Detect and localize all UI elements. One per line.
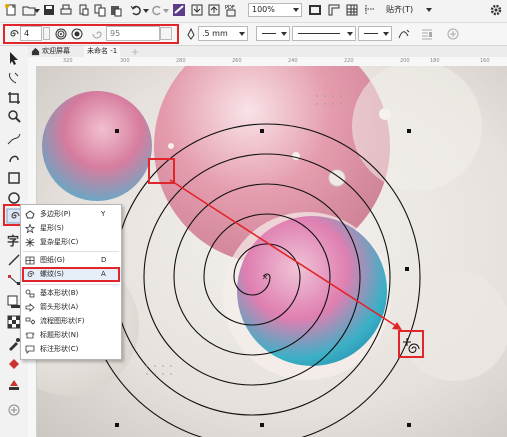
- show-grid-icon[interactable]: [345, 3, 359, 17]
- home-icon: [31, 47, 40, 56]
- svg-text:字: 字: [7, 233, 19, 248]
- zoom-level-select[interactable]: 100%: [248, 3, 302, 17]
- quick-customize-icon[interactable]: [6, 402, 22, 418]
- tab-welcome-label: 欢迎屏幕: [42, 47, 70, 55]
- search-content-icon[interactable]: [172, 3, 186, 17]
- ruler-tick-label: 280: [176, 58, 186, 64]
- smart-fill-icon[interactable]: [6, 376, 22, 392]
- add-property-icon[interactable]: [446, 27, 460, 41]
- menu-item-basic-shapes[interactable]: 基本形状(B): [21, 287, 121, 300]
- highlight-spiral-settings: [3, 24, 179, 44]
- show-rulers-icon[interactable]: [327, 3, 341, 17]
- export-icon[interactable]: [207, 3, 221, 17]
- rectangle-tool-icon[interactable]: [6, 170, 22, 186]
- print-icon[interactable]: [59, 3, 73, 17]
- menu-item-star[interactable]: 星形(S): [21, 222, 121, 235]
- ruler-tick-label: 260: [232, 58, 242, 64]
- redo-icon[interactable]: [150, 3, 164, 17]
- new-document-icon[interactable]: [4, 3, 18, 17]
- menu-item-label: 星形(S): [40, 224, 64, 232]
- callout-shapes-icon: [25, 345, 35, 354]
- menu-item-arrow-shapes[interactable]: 箭头形状(A): [21, 301, 121, 314]
- menu-item-polygon[interactable]: 多边形(P) Y: [21, 208, 121, 221]
- publish-pdf-icon[interactable]: PDF: [224, 3, 238, 17]
- menu-item-graph-paper[interactable]: 图纸(G) D: [21, 254, 121, 267]
- menu-item-callout-shapes[interactable]: 标注形状(C): [21, 343, 121, 356]
- zoom-level-value: 100%: [252, 5, 275, 14]
- close-curve-icon[interactable]: [397, 27, 411, 41]
- snap-to-menu[interactable]: 贴齐(T): [386, 3, 432, 17]
- tab-untitled-label: 未命名 -1: [87, 47, 118, 55]
- pick-tool-icon[interactable]: [6, 50, 22, 66]
- end-arrowhead-select[interactable]: [358, 26, 392, 41]
- polygon-icon: [25, 210, 35, 219]
- copy-icon[interactable]: [93, 3, 107, 17]
- menu-item-shortcut: Y: [101, 210, 106, 218]
- outline-pen-icon: [187, 27, 195, 40]
- text-wrap-icon[interactable]: [420, 27, 434, 41]
- menu-item-label: 流程图形状(F): [40, 317, 85, 325]
- paste-icon[interactable]: [109, 3, 123, 17]
- options-gear-icon[interactable]: [489, 3, 503, 17]
- arrow-shapes-icon: [25, 303, 35, 312]
- show-guidelines-icon[interactable]: [363, 3, 377, 17]
- line-style-select[interactable]: [292, 26, 356, 41]
- start-arrowhead-select[interactable]: [256, 26, 290, 41]
- zoom-tool-icon[interactable]: [6, 108, 22, 124]
- menu-item-complex-star[interactable]: 复杂星形(C): [21, 236, 121, 249]
- basic-shapes-icon: [25, 289, 35, 298]
- ruler-tick-label: 240: [288, 58, 298, 64]
- menu-item-label: 箭头形状(A): [40, 303, 79, 311]
- menu-item-banner-shapes[interactable]: 标题形状(N): [21, 329, 121, 342]
- standard-toolbar: PDF 100% 贴齐(T): [0, 0, 507, 23]
- menu-item-label: 图纸(G): [40, 256, 65, 264]
- flowchart-shapes-icon: [25, 317, 35, 325]
- ruler-tick-label: 320: [63, 58, 73, 64]
- ruler-tick-label: 300: [120, 58, 130, 64]
- new-tab-plus-icon[interactable]: [131, 48, 139, 56]
- menu-item-label: 标题形状(N): [40, 331, 79, 339]
- ruler-tick-label: 200: [400, 58, 410, 64]
- artistic-media-icon[interactable]: [6, 150, 22, 166]
- tab-untitled-1[interactable]: 未命名 -1: [84, 46, 121, 57]
- property-bar: 4 95 .5 mm: [0, 23, 507, 46]
- object-tools-flyout: 多边形(P) Y 星形(S) 复杂星形(C) 图纸(G) D 螺纹(S) A 基…: [20, 204, 122, 360]
- ruler-tick-label: 220: [344, 58, 354, 64]
- crop-tool-icon[interactable]: [6, 90, 22, 106]
- tab-welcome-screen[interactable]: 欢迎屏幕: [42, 46, 70, 57]
- banner-shapes-icon: [25, 332, 35, 339]
- cut-icon[interactable]: [77, 3, 91, 17]
- menu-item-label: 多边形(P): [40, 210, 71, 218]
- graph-paper-icon: [25, 256, 35, 265]
- star-icon: [25, 224, 35, 233]
- undo-icon[interactable]: [129, 3, 143, 17]
- menu-separator: [23, 251, 119, 252]
- outline-width-select[interactable]: .5 mm: [198, 26, 248, 41]
- import-icon[interactable]: [190, 3, 204, 17]
- outline-width-value: .5 mm: [202, 29, 228, 38]
- menu-item-label: 标注形状(C): [40, 345, 79, 353]
- menu-item-flowchart-shapes[interactable]: 流程图形状(F): [21, 315, 121, 328]
- ruler-tick-label: 180: [430, 58, 440, 64]
- menu-item-label: 复杂星形(C): [40, 238, 79, 246]
- menu-separator: [23, 284, 119, 285]
- ruler-tick-label: 160: [480, 58, 490, 64]
- freehand-tool-icon[interactable]: [6, 130, 22, 146]
- save-icon[interactable]: [42, 3, 56, 17]
- complex-star-icon: [25, 238, 35, 247]
- highlight-spiral-menu-item: [22, 267, 120, 282]
- menu-item-label: 基本形状(B): [40, 289, 79, 297]
- snap-to-label: 贴齐(T): [386, 5, 414, 14]
- freehand-pick-icon[interactable]: [6, 70, 22, 86]
- menu-item-shortcut: D: [101, 256, 107, 264]
- full-screen-icon[interactable]: [308, 3, 322, 17]
